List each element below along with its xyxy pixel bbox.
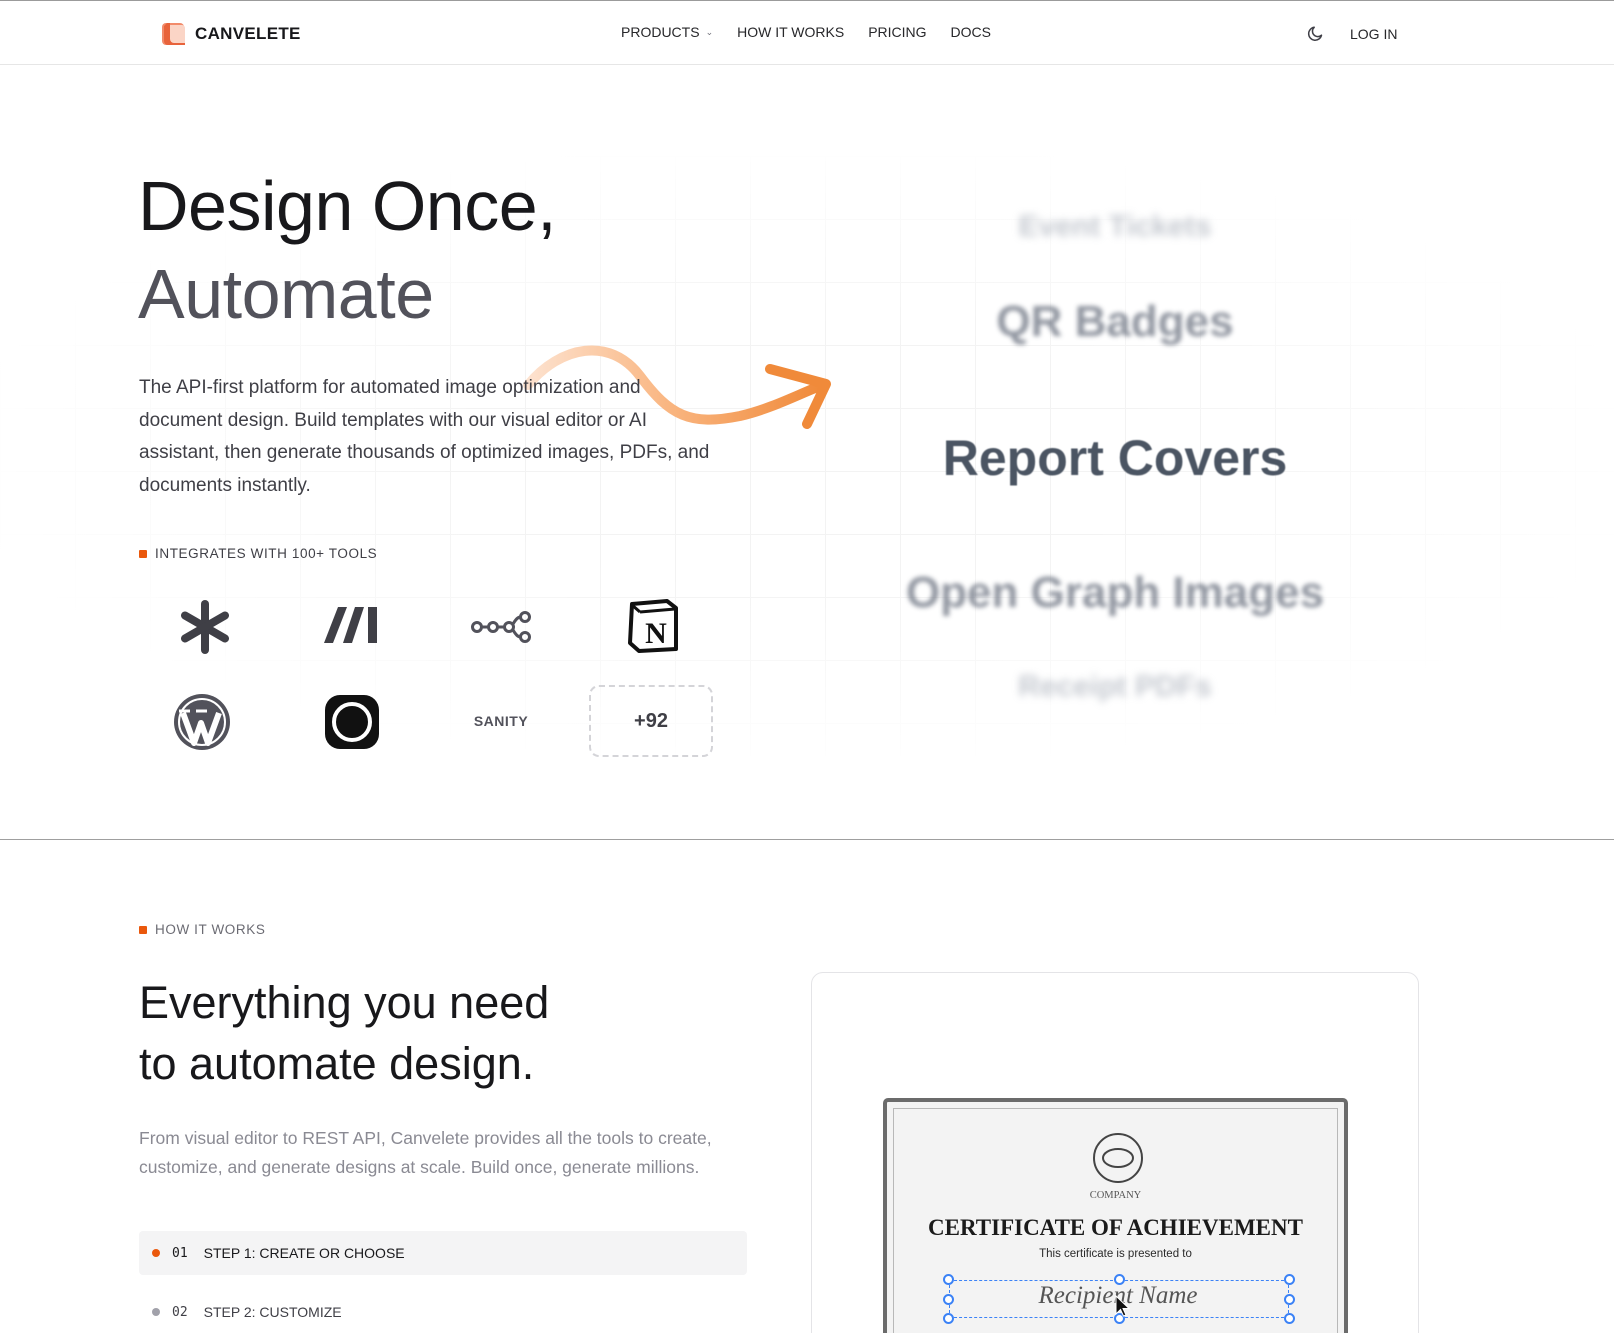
site-header: CANVELETE PRODUCTS ⌄ HOW IT WORKS PRICIN… — [0, 1, 1614, 65]
brand-logo[interactable]: CANVELETE — [161, 21, 301, 47]
brand-name: CANVELETE — [195, 24, 301, 43]
resize-handle-t[interactable] — [1114, 1274, 1125, 1285]
nav-pricing[interactable]: PRICING — [868, 24, 926, 40]
resize-handle-tr[interactable] — [1284, 1274, 1295, 1285]
active-dot-icon — [152, 1249, 160, 1257]
notion-icon[interactable]: N — [627, 599, 679, 653]
how-it-works-description: From visual editor to REST API, Canvelet… — [139, 1128, 712, 1177]
step-label: STEP 1: CREATE OR CHOOSE — [203, 1245, 405, 1261]
resize-handle-r[interactable] — [1284, 1294, 1295, 1305]
integrations-label-text: INTEGRATES WITH 100+ TOOLS — [155, 546, 378, 561]
step-label: STEP 2: CUSTOMIZE — [203, 1304, 342, 1320]
resize-handle-br[interactable] — [1284, 1313, 1295, 1324]
wordpress-icon[interactable] — [173, 693, 231, 751]
step-1-tab[interactable]: 01 STEP 1: CREATE OR CHOOSE — [139, 1231, 747, 1275]
asterisk-icon[interactable] — [177, 599, 233, 655]
hero-title-line1: Design Once, — [138, 167, 557, 245]
section-divider — [0, 839, 1614, 840]
more-integrations-count: +92 — [634, 709, 668, 732]
rotating-word-active: Report Covers — [942, 430, 1288, 486]
moon-icon[interactable] — [1306, 23, 1326, 43]
how-it-works-title: Everything you need to automate design. — [139, 972, 549, 1094]
main-nav: PRODUCTS ⌄ HOW IT WORKS PRICING DOCS — [621, 24, 991, 40]
inactive-dot-icon — [152, 1308, 160, 1316]
make-icon[interactable] — [322, 601, 382, 651]
nav-how-it-works[interactable]: HOW IT WORKS — [737, 24, 844, 40]
certificate-preview: COMPANY CERTIFICATE OF ACHIEVEMENT This … — [883, 1098, 1348, 1333]
step-number: 01 — [172, 1245, 188, 1261]
how-it-works-label-text: HOW IT WORKS — [155, 922, 266, 937]
circle-app-icon[interactable] — [324, 694, 380, 750]
certificate-title: CERTIFICATE OF ACHIEVEMENT — [928, 1215, 1303, 1240]
n8n-icon[interactable] — [471, 610, 533, 644]
login-link[interactable]: LOG IN — [1350, 26, 1397, 42]
how-it-works-title-line1: Everything you need — [139, 977, 550, 1028]
nav-products[interactable]: PRODUCTS ⌄ — [621, 24, 713, 40]
rotating-word-2: QR Badges — [996, 297, 1234, 346]
resize-handle-bl[interactable] — [943, 1313, 954, 1324]
resize-handle-l[interactable] — [943, 1294, 954, 1305]
certificate-company: COMPANY — [1089, 1190, 1142, 1201]
hero-description: The API-first platform for automated ima… — [139, 377, 710, 496]
accent-square-icon — [139, 549, 147, 558]
integrations-label: INTEGRATES WITH 100+ TOOLS — [139, 546, 377, 561]
canvelete-logo-icon — [162, 23, 185, 45]
how-it-works-title-line2: to automate design. — [139, 1038, 535, 1089]
hero-title-line2: Automate — [138, 255, 434, 333]
chevron-down-icon: ⌄ — [705, 26, 714, 37]
nav-products-label: PRODUCTS — [621, 24, 700, 40]
mouse-cursor-icon — [1115, 1295, 1130, 1317]
step-2-tab[interactable]: 02 STEP 2: CUSTOMIZE — [139, 1290, 747, 1333]
step-number: 02 — [172, 1304, 188, 1320]
rotating-word-1: Event Tickets — [1018, 210, 1212, 243]
how-it-works-label: HOW IT WORKS — [139, 922, 265, 937]
certificate-presented-text: This certificate is presented to — [1039, 1248, 1192, 1260]
company-logo-icon — [1093, 1133, 1143, 1183]
resize-handle-tl[interactable] — [943, 1274, 954, 1285]
rotating-word-4: Open Graph Images — [905, 568, 1325, 617]
integration-sanity[interactable]: SANITY — [439, 685, 563, 757]
nav-docs[interactable]: DOCS — [951, 24, 991, 40]
sanity-label: SANITY — [473, 713, 529, 729]
hero-section: Design Once, Automate The API-first plat… — [0, 66, 1614, 839]
rotating-word-5: Receipt PDFs — [1018, 670, 1212, 703]
accent-square-icon — [139, 925, 147, 934]
more-integrations-button[interactable]: +92 — [589, 685, 713, 757]
svg-text:N: N — [645, 617, 667, 650]
